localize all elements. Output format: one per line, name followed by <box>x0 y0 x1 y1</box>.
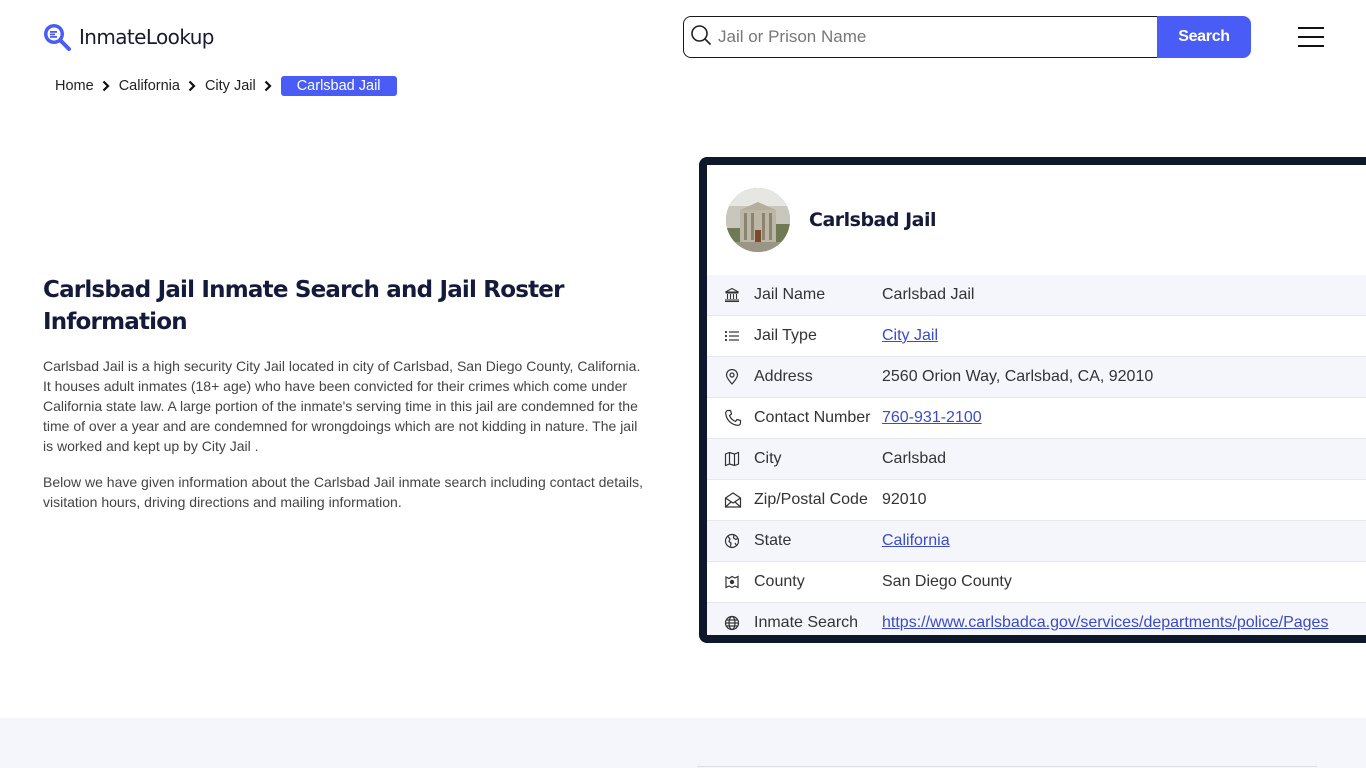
search-button[interactable]: Search <box>1157 16 1251 58</box>
search-form: Search <box>683 16 1251 58</box>
info-row-address: Address 2560 Orion Way, Carlsbad, CA, 92… <box>707 357 1366 398</box>
building-columns-icon <box>707 287 754 303</box>
card-title: Carlsbad Jail <box>809 209 937 231</box>
info-label: County <box>754 573 805 590</box>
info-row-city: City Carlsbad <box>707 439 1366 480</box>
breadcrumb-city-jail[interactable]: City Jail <box>205 78 256 94</box>
logo-link[interactable]: InmateLookup <box>42 22 214 52</box>
section-divider <box>697 766 1317 767</box>
info-label: State <box>754 532 792 549</box>
logo-text: InmateLookup <box>79 25 214 49</box>
next-section-background <box>0 718 1366 768</box>
info-row-inmate-search: Inmate Search https://www.carlsbadca.gov… <box>707 603 1366 635</box>
breadcrumb-california[interactable]: California <box>119 78 180 94</box>
state-link[interactable]: California <box>882 532 950 549</box>
info-row-jail-type: Jail Type City Jail <box>707 316 1366 357</box>
info-value: Carlsbad <box>882 450 947 467</box>
site-header: InmateLookup Search <box>0 0 1366 70</box>
globe-marker-icon <box>707 533 754 549</box>
phone-link[interactable]: 760-931-2100 <box>882 409 982 426</box>
county-map-icon <box>707 574 754 590</box>
phone-icon <box>707 409 754 427</box>
info-row-contact: Contact Number 760-931-2100 <box>707 398 1366 439</box>
info-value: Carlsbad Jail <box>882 286 975 303</box>
info-label: Jail Name <box>754 286 826 303</box>
breadcrumb: Home California City Jail Carlsbad Jail <box>55 76 397 96</box>
jail-info-card: Carlsbad Jail Jail Name Carlsbad Jail Ja… <box>699 157 1366 643</box>
page-title: Carlsbad Jail Inmate Search and Jail Ros… <box>43 277 564 335</box>
info-label: Address <box>754 368 813 385</box>
list-icon <box>707 328 754 344</box>
intro-paragraph: Carlsbad Jail is a high security City Ja… <box>43 358 641 454</box>
chevron-right-icon <box>188 80 196 92</box>
intro-paragraph: Below we have given information about th… <box>43 474 644 510</box>
map-pin-icon <box>707 369 754 385</box>
info-value: 92010 <box>882 491 927 508</box>
intro-section: Carlsbad Jail Inmate Search and Jail Ros… <box>43 274 643 512</box>
info-row-jail-name: Jail Name Carlsbad Jail <box>707 275 1366 316</box>
info-value: San Diego County <box>882 573 1012 590</box>
breadcrumb-home[interactable]: Home <box>55 78 94 94</box>
mail-open-icon <box>707 491 754 509</box>
info-row-zip: Zip/Postal Code 92010 <box>707 480 1366 521</box>
magnifier-logo-icon <box>42 22 72 52</box>
chevron-right-icon <box>264 80 272 92</box>
info-value: 2560 Orion Way, Carlsbad, CA, 92010 <box>882 368 1154 385</box>
jail-photo <box>726 188 790 252</box>
search-box <box>683 16 1157 58</box>
info-label: Contact Number <box>754 409 871 426</box>
world-icon <box>707 615 754 631</box>
hamburger-menu-icon[interactable] <box>1298 27 1324 47</box>
search-icon <box>690 24 712 51</box>
info-label: City <box>754 450 782 467</box>
chevron-right-icon <box>102 80 110 92</box>
info-row-county: County San Diego County <box>707 562 1366 603</box>
info-label: Zip/Postal Code <box>754 491 868 508</box>
search-input[interactable] <box>718 27 1138 47</box>
info-label: Inmate Search <box>754 614 859 631</box>
breadcrumb-current: Carlsbad Jail <box>280 76 397 96</box>
card-header: Carlsbad Jail <box>707 165 1366 275</box>
info-row-state: State California <box>707 521 1366 562</box>
map-icon <box>707 451 754 467</box>
jail-type-link[interactable]: City Jail <box>882 327 938 344</box>
info-label: Jail Type <box>754 327 817 344</box>
inmate-search-link[interactable]: https://www.carlsbadca.gov/services/depa… <box>882 614 1328 631</box>
